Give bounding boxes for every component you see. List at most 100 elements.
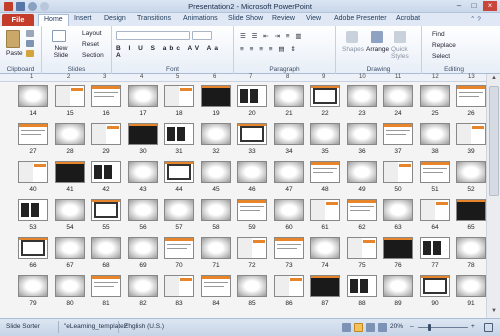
copy-icon[interactable] (26, 40, 34, 47)
tab-animations[interactable]: Animations (183, 15, 218, 22)
slide-thumbnail[interactable] (347, 199, 377, 221)
slide-thumbnail[interactable] (310, 275, 340, 297)
slide-thumbnail[interactable] (164, 161, 194, 183)
tab-adobe-presenter[interactable]: Adobe Presenter (334, 15, 387, 22)
slide-thumbnail[interactable] (274, 237, 304, 259)
slide-thumbnail[interactable] (420, 237, 450, 259)
slide-thumbnail[interactable] (201, 275, 231, 297)
slide-thumbnail[interactable] (91, 199, 121, 221)
normal-view-icon[interactable] (342, 323, 351, 332)
slide-thumbnail[interactable] (164, 199, 194, 221)
slide-thumbnail[interactable] (55, 275, 85, 297)
slide-thumbnail[interactable] (237, 161, 267, 183)
format-painter-icon[interactable] (26, 50, 34, 57)
slide-sorter-view-icon[interactable] (354, 323, 363, 332)
slide-thumbnail[interactable] (347, 123, 377, 145)
tab-design[interactable]: Design (104, 15, 126, 22)
slide-thumbnail[interactable] (55, 85, 85, 107)
layout-button[interactable]: Layout (82, 30, 102, 37)
reading-view-icon[interactable] (366, 323, 375, 332)
align-buttons[interactable]: ≡ ≡ ≡ ≡ ▤ ⇕ (240, 45, 298, 53)
slide-thumbnail[interactable] (237, 199, 267, 221)
paste-icon[interactable] (6, 30, 20, 48)
replace-button[interactable]: Replace (432, 42, 456, 49)
slide-thumbnail[interactable] (201, 161, 231, 183)
slide-thumbnail[interactable] (310, 85, 340, 107)
slide-thumbnail[interactable] (274, 123, 304, 145)
scroll-down-icon[interactable]: ▼ (489, 308, 499, 316)
slide-thumbnail[interactable] (456, 161, 486, 183)
slide-thumbnail[interactable] (347, 161, 377, 183)
slide-thumbnail[interactable] (274, 161, 304, 183)
slide-thumbnail[interactable] (55, 123, 85, 145)
section-button[interactable]: Section (82, 52, 104, 59)
reset-button[interactable]: Reset (82, 41, 99, 48)
scroll-up-icon[interactable]: ▲ (489, 75, 499, 83)
slide-thumbnail[interactable] (18, 199, 48, 221)
select-button[interactable]: Select (432, 53, 450, 60)
shapes-icon[interactable] (346, 31, 358, 43)
help-icon[interactable]: ⌃ ? (470, 15, 481, 23)
slide-thumbnail[interactable] (201, 85, 231, 107)
zoom-in-icon[interactable]: + (471, 323, 475, 330)
slide-thumbnail[interactable] (456, 199, 486, 221)
slide-thumbnail[interactable] (420, 123, 450, 145)
slide-thumbnail[interactable] (310, 199, 340, 221)
slide-thumbnail[interactable] (128, 161, 158, 183)
quick-styles-button[interactable]: Quick Styles (391, 46, 413, 60)
new-slide-icon[interactable] (52, 30, 66, 42)
slide-thumbnail[interactable] (128, 85, 158, 107)
zoom-slider[interactable] (418, 327, 468, 328)
arrange-button[interactable]: Arrange (366, 46, 389, 53)
slide-thumbnail[interactable] (55, 199, 85, 221)
slide-thumbnail[interactable] (274, 85, 304, 107)
tab-review[interactable]: Review (272, 15, 295, 22)
slide-thumbnail[interactable] (383, 161, 413, 183)
zoom-out-icon[interactable]: – (410, 323, 414, 330)
slide-thumbnail[interactable] (128, 123, 158, 145)
tab-slide-show[interactable]: Slide Show (228, 15, 263, 22)
slide-thumbnail[interactable] (128, 199, 158, 221)
vertical-scrollbar[interactable]: ▲ ▼ (486, 74, 500, 318)
slide-thumbnail[interactable] (420, 161, 450, 183)
slide-thumbnail[interactable] (420, 275, 450, 297)
tab-home[interactable]: Home (38, 14, 69, 26)
font-name-box[interactable] (116, 31, 190, 40)
tab-file[interactable]: File (2, 14, 34, 26)
slide-thumbnail[interactable] (55, 237, 85, 259)
slide-thumbnail[interactable] (91, 161, 121, 183)
slide-thumbnail[interactable] (201, 123, 231, 145)
shapes-button[interactable]: Shapes (342, 46, 364, 53)
arrange-icon[interactable] (371, 31, 383, 43)
zoom-slider-thumb[interactable] (428, 324, 431, 331)
font-size-box[interactable] (192, 31, 212, 40)
slide-thumbnail[interactable] (164, 123, 194, 145)
slide-thumbnail[interactable] (91, 85, 121, 107)
slide-thumbnail[interactable] (456, 275, 486, 297)
slide-thumbnail[interactable] (128, 275, 158, 297)
maximize-button[interactable]: □ (467, 1, 481, 11)
minimize-button[interactable]: – (452, 1, 466, 11)
slide-thumbnail[interactable] (201, 199, 231, 221)
slide-thumbnail[interactable] (347, 275, 377, 297)
slide-thumbnail[interactable] (91, 237, 121, 259)
close-button[interactable]: × (483, 1, 497, 11)
fit-to-window-icon[interactable] (484, 323, 493, 332)
slide-thumbnail[interactable] (164, 85, 194, 107)
slide-show-icon[interactable] (378, 323, 387, 332)
list-buttons[interactable]: ☰ ☰ ⇤ ⇥ ≡ ▥ (240, 32, 304, 40)
slide-thumbnail[interactable] (383, 237, 413, 259)
cut-icon[interactable] (26, 30, 34, 37)
slide-thumbnail[interactable] (18, 85, 48, 107)
slide-thumbnail[interactable] (237, 85, 267, 107)
scrollbar-thumb[interactable] (489, 86, 499, 196)
slide-thumbnail[interactable] (310, 237, 340, 259)
slide-thumbnail[interactable] (18, 123, 48, 145)
slide-thumbnail[interactable] (456, 123, 486, 145)
tab-transitions[interactable]: Transitions (137, 15, 171, 22)
slide-thumbnail[interactable] (383, 275, 413, 297)
slide-thumbnail[interactable] (237, 123, 267, 145)
slide-thumbnail[interactable] (18, 237, 48, 259)
slide-thumbnail[interactable] (164, 237, 194, 259)
slide-thumbnail[interactable] (383, 199, 413, 221)
